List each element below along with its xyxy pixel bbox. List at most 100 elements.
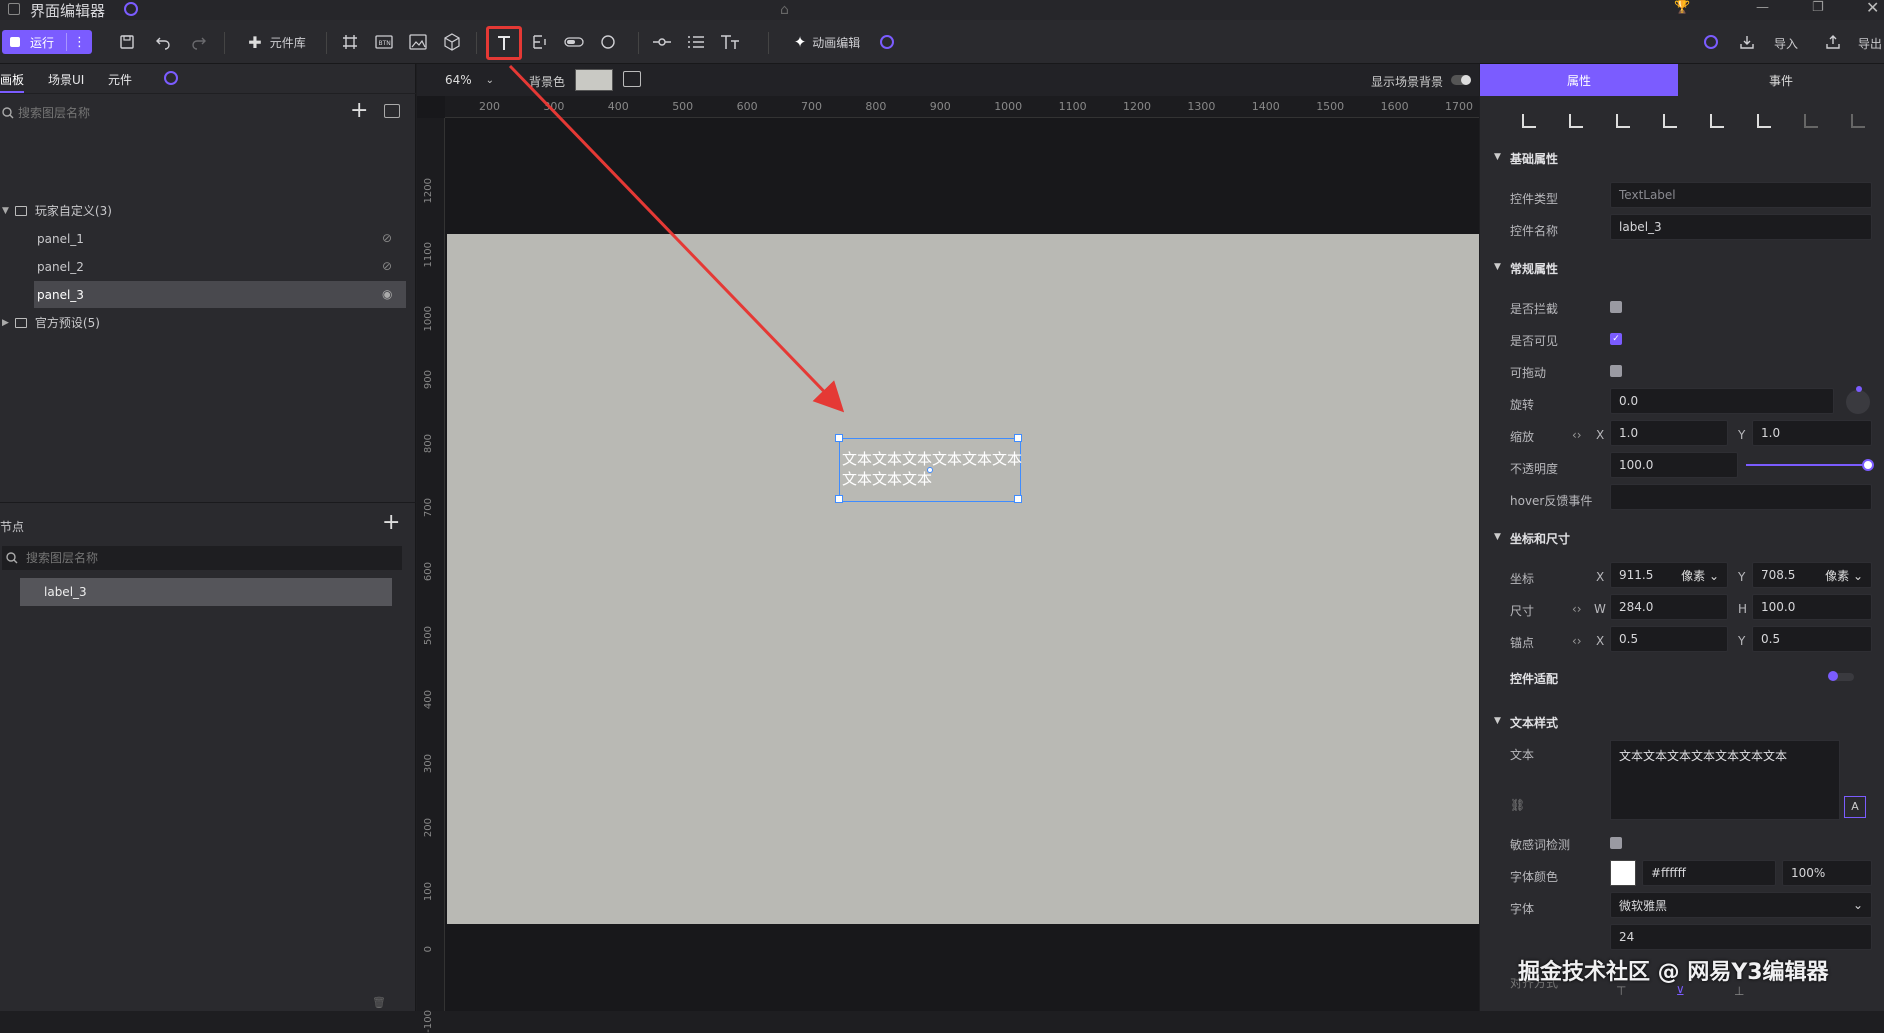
save-icon[interactable] [114, 26, 140, 58]
restore-icon[interactable]: ❐ [1812, 0, 1824, 15]
text-content-field[interactable]: 文本文本文本文本文本文本文本 [1610, 740, 1840, 820]
grid-frame-icon[interactable] [338, 26, 362, 58]
redo-icon[interactable] [186, 26, 212, 58]
components-library-button[interactable]: ✚ 元件库 [240, 26, 314, 58]
resize-handle[interactable] [1014, 434, 1022, 442]
align-center-h-icon[interactable] [1569, 114, 1583, 128]
adapt-toggle-knob[interactable] [1828, 671, 1838, 681]
collapse-arrow-icon[interactable]: ▼ [1494, 262, 1501, 272]
artboard[interactable] [447, 234, 1479, 924]
preview-play-icon[interactable] [1704, 35, 1718, 49]
undo-icon[interactable] [150, 26, 176, 58]
layer-search-input[interactable] [18, 102, 318, 124]
align-bottom-icon[interactable]: ⊥ [1734, 984, 1744, 998]
intercept-checkbox[interactable] [1610, 301, 1622, 313]
model-widget-icon[interactable] [440, 26, 464, 58]
circle-widget-icon[interactable] [596, 26, 620, 58]
hover-field[interactable] [1610, 484, 1872, 510]
anim-play-icon[interactable] [880, 35, 894, 49]
tab-properties[interactable]: 属性 [1480, 64, 1678, 96]
font-color-alpha-field[interactable]: 100% [1782, 860, 1872, 886]
resize-handle[interactable] [835, 495, 843, 503]
export-icon[interactable] [1820, 26, 1846, 58]
opacity-slider[interactable] [1746, 464, 1868, 466]
resize-handle[interactable] [1014, 495, 1022, 503]
more-icon[interactable]: ⋮ [73, 35, 86, 50]
image-widget-icon[interactable] [406, 26, 430, 58]
link-broken-icon[interactable]: ⛓ [1510, 798, 1525, 812]
tab-components[interactable]: 元件 [108, 71, 132, 88]
resize-handle[interactable] [835, 434, 843, 442]
button-widget-icon[interactable]: BTN [372, 26, 396, 58]
import-icon[interactable] [1734, 26, 1760, 58]
scale-x-field[interactable]: 1.0 [1610, 420, 1728, 446]
font-select[interactable]: 微软雅黑 ⌄ [1610, 892, 1872, 918]
name-field[interactable]: label_3 [1610, 214, 1872, 240]
tab-play-icon[interactable] [164, 71, 178, 85]
unit-select[interactable]: 像素 ⌄ [1825, 567, 1863, 584]
link-icon[interactable]: ‹› [1572, 634, 1582, 648]
collapse-arrow-icon[interactable]: ▼ [1494, 152, 1501, 162]
anchor-y-field[interactable]: 0.5 [1752, 626, 1872, 652]
progress-bar-icon[interactable] [562, 26, 586, 58]
align-top-icon[interactable]: ⊤ [1616, 984, 1626, 998]
position-x-field[interactable]: 911.5 像素 ⌄ [1610, 562, 1728, 588]
tab-scene-ui[interactable]: 场景UI [48, 71, 84, 88]
close-icon[interactable]: ✕ [1866, 0, 1879, 17]
font-color-swatch[interactable] [1610, 860, 1636, 886]
sensitive-checkbox[interactable] [1610, 837, 1622, 849]
align-bottom-icon[interactable] [1757, 114, 1771, 128]
export-button[interactable]: 导出 [1858, 35, 1882, 52]
eye-hidden-icon[interactable]: ⊘ [382, 231, 392, 245]
opacity-slider-knob[interactable] [1862, 459, 1874, 471]
trash-icon[interactable]: 🗑 [372, 996, 386, 1009]
align-right-icon[interactable] [1616, 114, 1630, 128]
link-icon[interactable]: ‹› [1572, 428, 1582, 442]
anchor-x-field[interactable]: 0.5 [1610, 626, 1728, 652]
rotate-dial-knob[interactable] [1856, 386, 1862, 392]
tab-events[interactable]: 事件 [1678, 64, 1884, 96]
eye-visible-icon[interactable]: ◉ [382, 287, 392, 301]
collapse-arrow-icon[interactable]: ▼ [1494, 532, 1501, 542]
node-item-label-3[interactable]: label_3 [20, 578, 392, 606]
align-middle-icon[interactable]: ⊻ [1676, 984, 1685, 998]
font-color-hex-field[interactable]: #ffffff [1642, 860, 1776, 886]
rich-text-icon[interactable] [718, 26, 742, 58]
tree-item-panel-2[interactable]: panel_2 ⊘ [0, 253, 416, 280]
unit-select[interactable]: 像素 ⌄ [1681, 567, 1719, 584]
rotate-dial[interactable] [1846, 390, 1870, 414]
text-label-tool-button[interactable] [486, 26, 522, 60]
add-folder-icon[interactable] [384, 104, 400, 118]
tree-folder-official[interactable]: ▶ 官方预设(5) [0, 309, 416, 336]
slider-icon[interactable] [650, 26, 674, 58]
collapse-arrow-icon[interactable]: ▼ [1494, 716, 1501, 726]
tree-item-panel-3[interactable]: panel_3 ◉ [34, 281, 406, 308]
opacity-field[interactable]: 100.0 [1610, 452, 1738, 478]
expand-arrow-icon[interactable]: ▼ [2, 206, 9, 216]
node-search-input[interactable] [26, 547, 386, 569]
draggable-checkbox[interactable] [1610, 365, 1622, 377]
selected-text-label[interactable]: 文本文本文本文本文本文本 文本文本文本 [835, 434, 1022, 503]
distribute-v-icon[interactable] [1851, 114, 1865, 128]
zoom-select[interactable]: 64% ⌄ [445, 69, 509, 91]
link-icon[interactable]: ‹› [1572, 602, 1582, 616]
anchor-point[interactable] [927, 467, 933, 473]
import-button[interactable]: 导入 [1774, 35, 1798, 52]
scale-y-field[interactable]: 1.0 [1752, 420, 1872, 446]
align-center-v-icon[interactable] [1710, 114, 1724, 128]
font-size-field[interactable]: 24 [1610, 924, 1872, 950]
size-h-field[interactable]: 100.0 [1752, 594, 1872, 620]
run-button[interactable]: 运行 ⋮ [2, 30, 92, 54]
align-top-icon[interactable] [1663, 114, 1677, 128]
bg-color-swatch[interactable] [575, 69, 613, 91]
fit-screen-icon[interactable] [623, 71, 641, 87]
collapse-arrow-icon[interactable]: ▶ [2, 318, 9, 328]
tree-item-panel-1[interactable]: panel_1 ⊘ [0, 225, 416, 252]
minimize-icon[interactable]: — [1756, 0, 1769, 15]
position-y-field[interactable]: 708.5 像素 ⌄ [1752, 562, 1872, 588]
list-icon[interactable] [684, 26, 708, 58]
play-circle-icon[interactable] [124, 2, 138, 16]
tree-folder-custom[interactable]: ▼ 玩家自定义(3) [0, 197, 416, 224]
distribute-h-icon[interactable] [1804, 114, 1818, 128]
show-scene-bg-toggle[interactable] [1451, 75, 1471, 85]
